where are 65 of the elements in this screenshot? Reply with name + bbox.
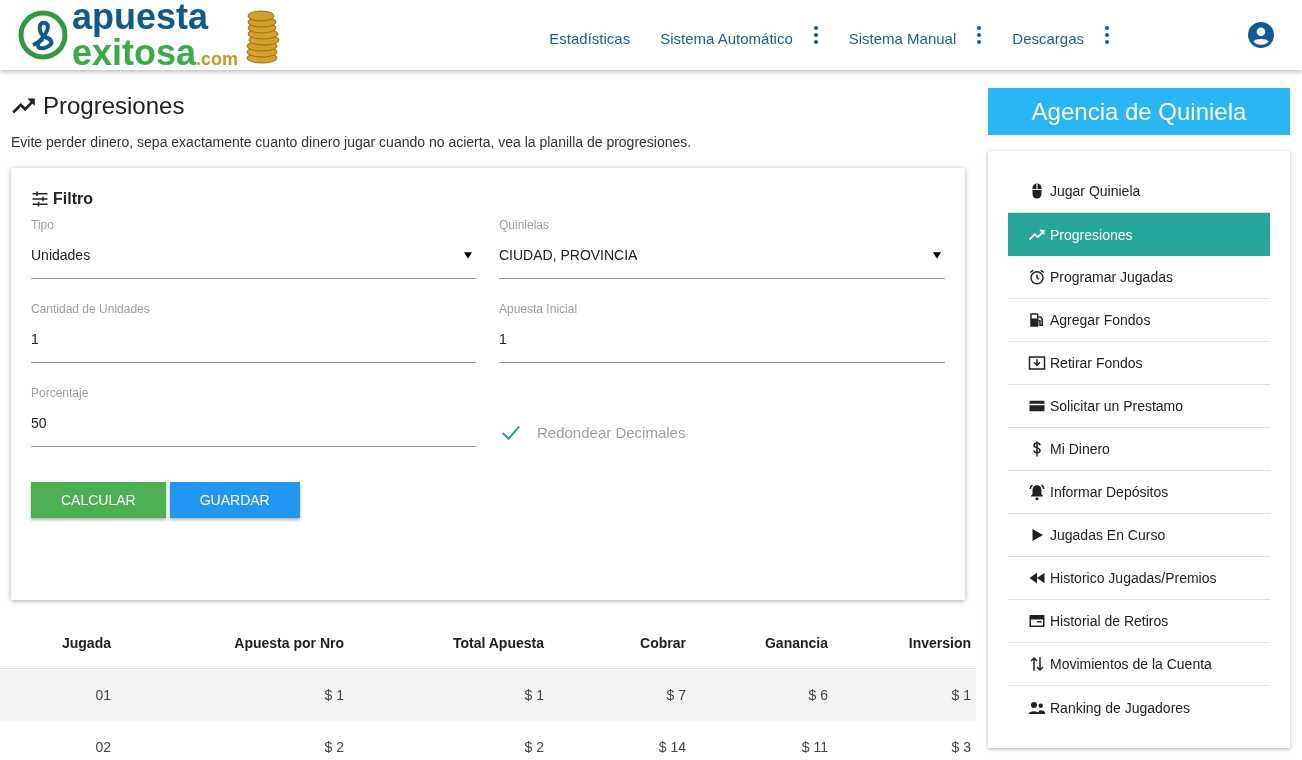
caret-icon xyxy=(464,251,472,259)
input-field[interactable]: 1 xyxy=(499,316,945,363)
column-header: Apuesta por Nro xyxy=(233,635,344,651)
table-cell-text: $ 3 xyxy=(950,739,971,755)
sidebar-item[interactable]: Retirar Fondos xyxy=(1008,342,1270,385)
input-field[interactable]: 1 xyxy=(31,316,476,363)
checkbox-label: Redondear Decimales xyxy=(537,424,686,441)
sidebar-item[interactable]: Solicitar un Prestamo xyxy=(1008,385,1270,428)
column-header: Ganancia xyxy=(763,635,828,651)
more-menu-icon[interactable] xyxy=(976,25,983,45)
sliders-icon xyxy=(31,190,49,208)
input-field[interactable]: 50 xyxy=(31,400,476,447)
field-label: Porcentaje xyxy=(31,386,90,400)
select-field[interactable]: CIUDAD, PROVINCIA xyxy=(499,232,945,279)
caret-icon xyxy=(933,251,941,259)
more-menu-icon[interactable] xyxy=(812,25,819,45)
fuel-pump-icon xyxy=(1028,311,1046,329)
select-field[interactable]: Unidades xyxy=(31,232,476,279)
field-label: Apuesta Inicial xyxy=(499,302,579,316)
table-cell-text: $ 1 xyxy=(323,687,344,703)
column-header: Cobrar xyxy=(639,635,686,651)
nav-link[interactable]: Sistema Automático xyxy=(660,23,793,47)
field-label: Tipo xyxy=(31,218,55,232)
table-cell-text: $ 6 xyxy=(807,687,828,703)
column-header: Jugada xyxy=(61,635,111,651)
table-cell-text: $ 1 xyxy=(950,687,971,703)
sidebar-item[interactable]: Mi Dinero xyxy=(1008,428,1270,471)
table-cell-text: $ 2 xyxy=(523,739,544,755)
alarm-clock-icon xyxy=(1028,268,1046,286)
filter-title: Filtro xyxy=(53,190,93,208)
sidebar-item[interactable]: Informar Depósitos xyxy=(1008,471,1270,514)
sidebar-item[interactable]: Jugadas En Curso xyxy=(1008,514,1270,557)
more-menu-icon[interactable] xyxy=(1104,25,1110,45)
download-box-icon xyxy=(1028,354,1046,372)
field-label: Quinielas xyxy=(499,218,551,232)
sidebar-item[interactable]: Programar Jugadas xyxy=(1008,256,1270,299)
logo-text: apuesta xyxy=(72,0,210,35)
sidebar-item[interactable]: Historico Jugadas/Premios xyxy=(1008,557,1270,600)
page-title: Progresiones xyxy=(43,92,185,120)
agency-banner: Agencia de Quiniela xyxy=(988,88,1290,135)
nav-link[interactable]: Descargas xyxy=(1012,23,1084,47)
nav-link[interactable]: Sistema Manual xyxy=(848,23,957,47)
table-cell-text: $ 1 xyxy=(523,687,544,703)
column-header: Inversion xyxy=(907,635,971,651)
table-cell-text: $ 11 xyxy=(800,739,828,755)
logo-text: .com xyxy=(196,50,239,68)
sidebar-item[interactable]: Historial de Retiros xyxy=(1008,600,1270,643)
table-cell-text: $ 14 xyxy=(657,739,686,755)
sidebar-item[interactable]: Agregar Fondos xyxy=(1008,299,1270,342)
table-cell-text: $ 7 xyxy=(665,687,686,703)
column-header: Total Apuesta xyxy=(452,635,544,651)
table-cell-text: 01 xyxy=(94,687,111,703)
card-icon xyxy=(1028,612,1046,630)
table-cell-text: 02 xyxy=(94,739,111,755)
logo[interactable]: apuesta exitosa.com xyxy=(18,0,283,71)
nav-link[interactable]: Estadísticas xyxy=(549,23,631,47)
logo-emblem-icon xyxy=(18,10,68,60)
bell-icon xyxy=(1028,483,1046,501)
sidebar-item[interactable]: Movimientos de la Cuenta xyxy=(1008,643,1270,686)
field-label: Cantidad de Unidades xyxy=(31,302,151,316)
table-cell-text: $ 2 xyxy=(323,739,344,755)
up-down-arrows-icon xyxy=(1028,655,1046,673)
account-icon[interactable] xyxy=(1248,22,1274,48)
page-description: Evite perder dinero, sepa exactamente cuanto dinero jugar cuando no acierta, vea la planilla de progresiones. xyxy=(11,134,693,150)
sidebar-item[interactable]: Ranking de Jugadores xyxy=(1008,686,1270,729)
